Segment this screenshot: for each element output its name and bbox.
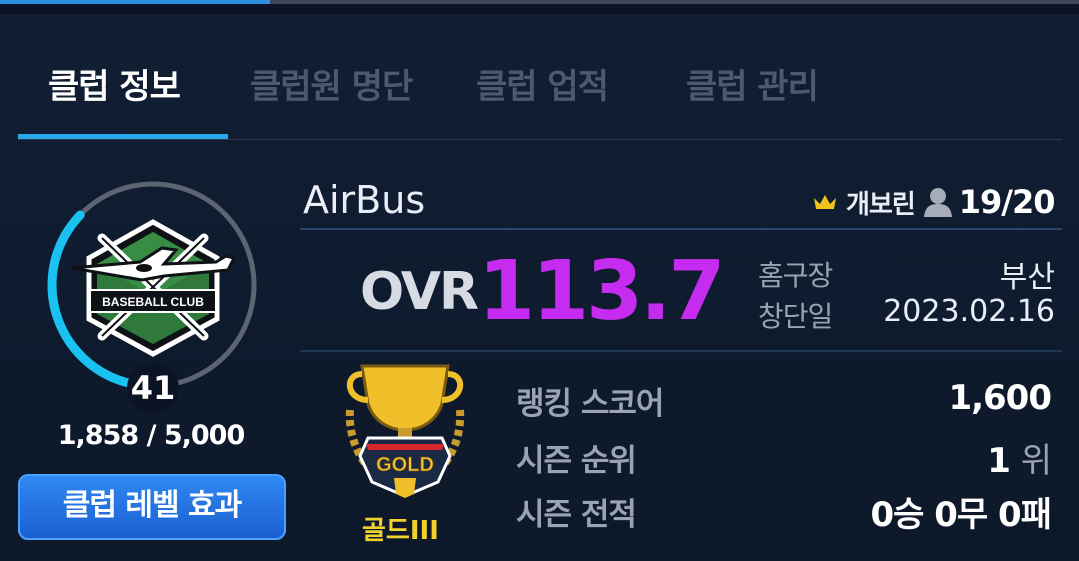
tab-bar: 클럽 정보 클럽원 명단 클럽 업적 클럽 관리 xyxy=(18,55,1062,141)
season-record-label: 시즌 전적 xyxy=(516,497,637,533)
club-level-ring: BASEBALL CLUB xyxy=(47,179,259,391)
home-stadium-value: 부산 xyxy=(999,260,1055,295)
tier-label: 골드III xyxy=(362,516,439,546)
ovr-label: OVR xyxy=(360,262,479,322)
tab-club-info[interactable]: 클럽 정보 xyxy=(48,55,181,137)
tab-club-members[interactable]: 클럽원 명단 xyxy=(250,55,413,137)
tab-club-management[interactable]: 클럽 관리 xyxy=(686,55,819,137)
season-rank: 1 위 xyxy=(987,433,1052,482)
season-rank-label: 시즌 순위 xyxy=(516,443,637,479)
tier-badge-text: GOLD xyxy=(376,454,434,476)
ovr-value: 113.7 xyxy=(478,244,725,339)
person-icon xyxy=(923,188,952,217)
club-owner-name: 개보린 xyxy=(846,189,916,220)
club-member-count: 19/20 xyxy=(958,183,1056,221)
club-exp-text: 1,858 / 5,000 xyxy=(57,420,245,451)
club-emblem: BASEBALL CLUB xyxy=(71,219,237,357)
founded-date-label: 창단일 xyxy=(758,300,833,333)
top-progress-fill xyxy=(0,0,270,4)
season-record-value: 0승 0무 0패 xyxy=(870,495,1052,535)
emblem-text: BASEBALL CLUB xyxy=(102,295,204,309)
home-stadium-label: 홈구장 xyxy=(758,259,833,292)
top-progress-bar xyxy=(0,0,1079,4)
ranking-score-label: 랭킹 스코어 xyxy=(516,386,664,422)
season-rank-unit: 위 xyxy=(1020,441,1052,481)
crown-icon xyxy=(814,195,836,209)
club-name: AirBus xyxy=(303,178,426,222)
gold-trophy-icon: GOLD xyxy=(345,364,465,498)
ranking-score-value: 1,600 xyxy=(948,378,1052,418)
founded-date-value: 2023.02.16 xyxy=(883,294,1055,329)
club-owner: 개보린 19/20 xyxy=(812,183,1056,221)
season-rank-value: 1 xyxy=(987,441,1011,481)
tab-club-achievements[interactable]: 클럽 업적 xyxy=(476,55,609,137)
header-divider xyxy=(300,228,1062,230)
club-level-effect-button[interactable]: 클럽 레벨 효과 xyxy=(18,474,286,540)
club-level-badge: 41 xyxy=(127,364,179,412)
tab-divider xyxy=(18,139,1062,140)
info-divider xyxy=(300,350,1062,352)
